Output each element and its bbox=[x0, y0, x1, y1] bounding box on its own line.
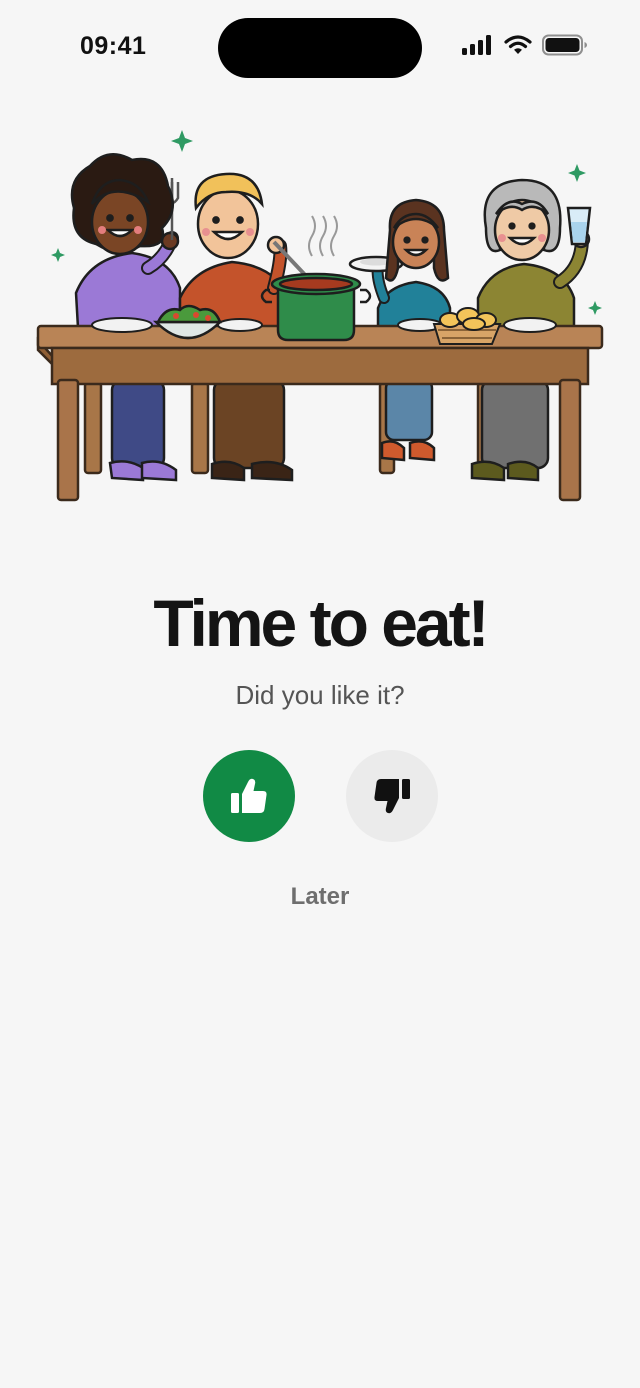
cellular-signal-icon bbox=[462, 35, 491, 55]
bread-basket bbox=[432, 307, 502, 345]
status-icons bbox=[462, 34, 588, 56]
battery-icon bbox=[542, 34, 587, 56]
status-bar: 09:41 bbox=[0, 0, 640, 96]
family-dinner-illustration bbox=[36, 130, 604, 502]
like-button[interactable] bbox=[203, 750, 295, 842]
dynamic-island bbox=[218, 18, 422, 78]
wifi-icon bbox=[504, 35, 532, 54]
page-title: Time to eat! bbox=[153, 586, 489, 660]
thumbs-down-icon bbox=[374, 779, 410, 814]
stew-pot bbox=[260, 272, 372, 342]
status-time: 09:41 bbox=[80, 32, 147, 60]
thumbs-up-icon bbox=[231, 778, 267, 813]
dislike-button[interactable] bbox=[346, 750, 438, 842]
later-link[interactable]: Later bbox=[270, 880, 370, 914]
feedback-question: Did you like it? bbox=[235, 680, 405, 710]
